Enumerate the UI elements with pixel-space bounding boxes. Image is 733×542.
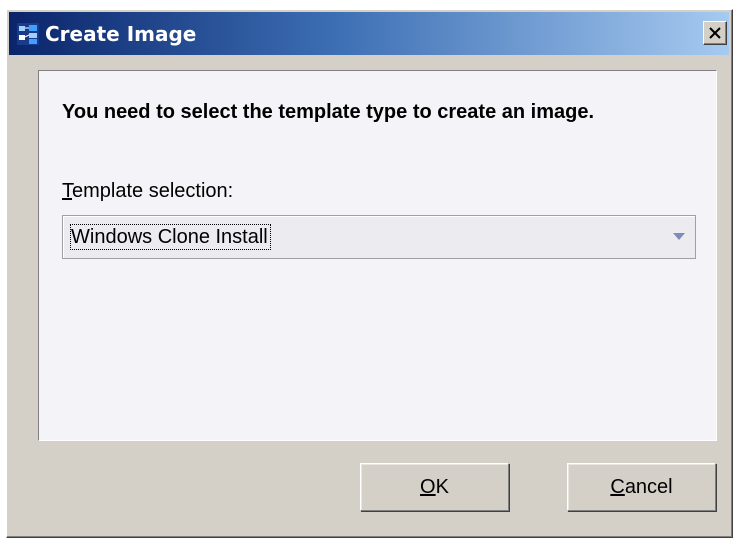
close-button[interactable] xyxy=(703,21,727,45)
template-selection-label-text: emplate selection: xyxy=(72,180,234,202)
title-bar[interactable]: Create Image xyxy=(9,12,729,55)
template-selection-label: Template selection: xyxy=(62,179,233,203)
cancel-button[interactable]: Cancel xyxy=(567,463,716,511)
cancel-button-mnemonic: C xyxy=(610,475,625,498)
cancel-button-text: ancel xyxy=(624,475,673,498)
ok-button[interactable]: OK xyxy=(360,463,509,511)
window-title: Create Image xyxy=(45,22,197,46)
template-select[interactable]: Windows Clone Install xyxy=(62,215,696,259)
create-image-dialog: Create Image You need to select the temp… xyxy=(6,9,733,538)
close-icon xyxy=(709,27,721,39)
ok-button-text: K xyxy=(435,475,449,498)
instruction-heading: You need to select the template type to … xyxy=(62,101,595,123)
chevron-down-icon[interactable] xyxy=(673,233,685,240)
network-app-icon xyxy=(17,23,39,45)
template-select-value: Windows Clone Install xyxy=(70,224,271,250)
content-panel: You need to select the template type to … xyxy=(38,70,717,441)
template-selection-label-mnemonic: T xyxy=(62,180,72,202)
ok-button-mnemonic: O xyxy=(420,475,436,498)
